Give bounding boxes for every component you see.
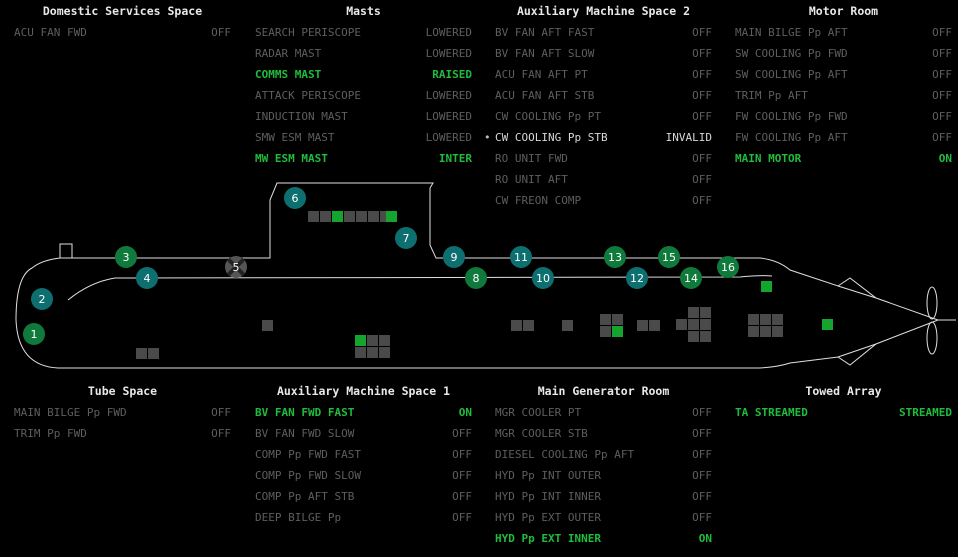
equipment-block [688, 331, 699, 342]
marker-label: 2 [39, 293, 46, 306]
equipment-block [511, 320, 522, 331]
equipment-block [612, 314, 623, 325]
equipment-block [676, 319, 687, 330]
equipment-block [148, 348, 159, 359]
equipment-block [688, 319, 699, 330]
equipment-block [600, 314, 611, 325]
marker-label: 11 [514, 251, 528, 264]
equipment-block [386, 211, 397, 222]
equipment-block [367, 347, 378, 358]
equipment-block [700, 319, 711, 330]
equipment-block [332, 211, 343, 222]
equipment-block [748, 326, 759, 337]
compartment-marker-9[interactable]: 9 [443, 246, 465, 268]
equipment-block [320, 211, 331, 222]
equipment-block [262, 320, 273, 331]
marker-label: 13 [608, 251, 622, 264]
equipment-block [760, 314, 771, 325]
compartment-marker-4[interactable]: 4 [136, 267, 158, 289]
compartment-marker-14[interactable]: 14 [680, 267, 702, 289]
compartment-marker-10[interactable]: 10 [532, 267, 554, 289]
compartment-marker-13[interactable]: 13 [604, 246, 626, 268]
equipment-block [308, 211, 319, 222]
compartment-marker-16[interactable]: 16 [717, 256, 739, 278]
marker-label: 8 [473, 272, 480, 285]
compartment-marker-8[interactable]: 8 [465, 267, 487, 289]
compartment-markers: 12345678910111213141516 [23, 187, 739, 345]
compartment-marker-5[interactable]: 5 [233, 261, 240, 274]
equipment-block [356, 211, 367, 222]
compartment-marker-11[interactable]: 11 [510, 246, 532, 268]
marker-label: 10 [536, 272, 550, 285]
equipment-block [700, 331, 711, 342]
equipment-block [562, 320, 573, 331]
marker-label: 14 [684, 272, 698, 285]
marker-label: 9 [451, 251, 458, 264]
equipment-block [761, 281, 772, 292]
marker-label: 5 [233, 261, 240, 274]
equipment-block [649, 320, 660, 331]
marker-label: 16 [721, 261, 735, 274]
equipment-block [344, 211, 355, 222]
marker-label: 7 [403, 232, 410, 245]
equipment-block [136, 348, 147, 359]
marker-label: 4 [144, 272, 151, 285]
compartment-marker-12[interactable]: 12 [626, 267, 648, 289]
equipment-block [772, 314, 783, 325]
equipment-block [367, 335, 378, 346]
equipment-blocks [136, 211, 833, 359]
compartment-marker-3[interactable]: 3 [115, 246, 137, 268]
equipment-block [379, 335, 390, 346]
marker-label: 6 [292, 192, 299, 205]
equipment-block [355, 335, 366, 346]
compartment-marker-1[interactable]: 1 [23, 323, 45, 345]
equipment-block [822, 319, 833, 330]
equipment-block [379, 347, 390, 358]
equipment-block [748, 314, 759, 325]
equipment-block [772, 326, 783, 337]
equipment-block [523, 320, 534, 331]
equipment-block [368, 211, 379, 222]
equipment-block [700, 307, 711, 318]
equipment-block [688, 307, 699, 318]
submarine-diagram: 12345678910111213141516 [15, 182, 956, 369]
marker-label: 12 [630, 272, 644, 285]
equipment-block [760, 326, 771, 337]
equipment-block [355, 347, 366, 358]
marker-label: 3 [123, 251, 130, 264]
compartment-marker-15[interactable]: 15 [658, 246, 680, 268]
compartment-marker-2[interactable]: 2 [31, 288, 53, 310]
compartment-marker-7[interactable]: 7 [395, 227, 417, 249]
equipment-block [637, 320, 648, 331]
compartment-marker-6[interactable]: 6 [284, 187, 306, 209]
equipment-block [612, 326, 623, 337]
marker-label: 15 [662, 251, 676, 264]
equipment-block [600, 326, 611, 337]
marker-label: 1 [31, 328, 38, 341]
